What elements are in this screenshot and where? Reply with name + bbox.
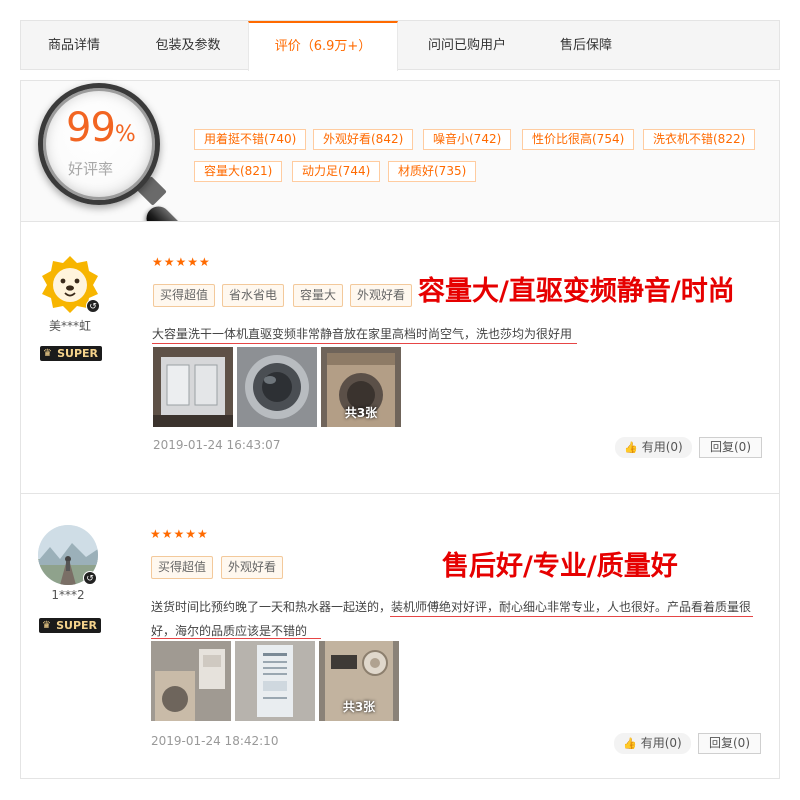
level-badge-icon: ↺	[83, 571, 97, 585]
review-tag: 容量大	[293, 284, 344, 307]
text-underline	[152, 343, 577, 344]
review-tag: 买得超值	[151, 556, 214, 579]
good-rate-value: 99	[66, 105, 116, 151]
good-rate-unit: %	[114, 122, 136, 147]
tab-ask-buyers[interactable]: 问问已购用户	[398, 21, 536, 70]
review-text-line: 好，海尔的品质应该是不错的	[151, 624, 308, 638]
impression-tag[interactable]: 材质好(735)	[388, 161, 477, 182]
impression-tag[interactable]: 噪音小(742)	[423, 129, 512, 150]
tab-product-details[interactable]: 商品详情	[21, 21, 127, 70]
photo-count: 共3张	[344, 406, 378, 420]
review-tag: 买得超值	[153, 284, 216, 307]
impression-tag[interactable]: 用着挺不错(740)	[194, 129, 307, 150]
review-tag: 外观好看	[221, 556, 284, 579]
photo-count: 共3张	[342, 700, 376, 714]
review-time: 2019-01-24 18:42:10	[151, 734, 279, 748]
tab-reviews[interactable]: 评价（6.9万+）	[248, 21, 398, 71]
useful-label: 有用(0)	[640, 736, 682, 750]
good-rate-percent: 99%	[66, 105, 136, 151]
impression-tag[interactable]: 容量大(821)	[194, 161, 283, 182]
super-label: SUPER	[57, 347, 98, 360]
crown-icon: ♛	[42, 620, 51, 631]
reviewer-nickname: 1***2	[51, 588, 85, 602]
super-member-badge: ♛ SUPER	[40, 346, 102, 361]
super-label: SUPER	[56, 619, 97, 632]
product-label-photo	[235, 641, 315, 721]
thumbs-up-icon: 👍	[624, 441, 638, 454]
washer-door-photo	[237, 347, 317, 427]
good-rate-label: 好评率	[68, 160, 114, 178]
washer-installed-photo	[151, 641, 231, 721]
star-rating: ★★★★★	[152, 255, 211, 269]
review-headline: 容量大/直驱变频静音/时尚	[418, 276, 735, 307]
star-rating: ★★★★★	[150, 527, 209, 541]
reply-button[interactable]: 回复(0)	[699, 437, 762, 458]
impression-tag[interactable]: 外观好看(842)	[313, 129, 414, 150]
super-member-badge: ♛ SUPER	[39, 618, 101, 633]
tab-after-sales[interactable]: 售后保障	[536, 21, 636, 70]
useful-button[interactable]: 👍 有用(0)	[615, 437, 692, 458]
review-photo[interactable]	[237, 347, 317, 427]
impression-tag[interactable]: 洗衣机不错(822)	[643, 129, 756, 150]
impression-tag[interactable]: 性价比很高(754)	[522, 129, 635, 150]
impression-tag[interactable]: 动力足(744)	[292, 161, 381, 182]
tab-bar: 商品详情 包装及参数 评价（6.9万+） 问问已购用户 售后保障	[20, 20, 780, 71]
review-tag: 省水省电	[222, 284, 285, 307]
review-photo[interactable]: 共3张	[321, 347, 401, 427]
useful-label: 有用(0)	[641, 440, 683, 454]
washer-detergent-drawer-photo	[153, 347, 233, 427]
text-underline	[390, 616, 753, 617]
review-photo[interactable]	[153, 347, 233, 427]
review-photo[interactable]	[235, 641, 315, 721]
reply-button[interactable]: 回复(0)	[698, 733, 761, 754]
thumbs-up-icon: 👍	[623, 737, 637, 750]
review-photo[interactable]	[151, 641, 231, 721]
review-photo[interactable]: 共3张	[319, 641, 399, 721]
text-underline	[151, 638, 321, 639]
review-headline: 售后好/专业/质量好	[442, 551, 678, 582]
useful-button[interactable]: 👍 有用(0)	[614, 733, 691, 754]
review-tag: 外观好看	[350, 284, 413, 307]
crown-icon: ♛	[43, 348, 52, 359]
level-badge-icon: ↺	[86, 299, 100, 313]
tab-packaging-params[interactable]: 包装及参数	[127, 21, 249, 70]
reviewer-nickname: 美***虹	[48, 319, 91, 333]
review-time: 2019-01-24 16:43:07	[153, 438, 281, 452]
